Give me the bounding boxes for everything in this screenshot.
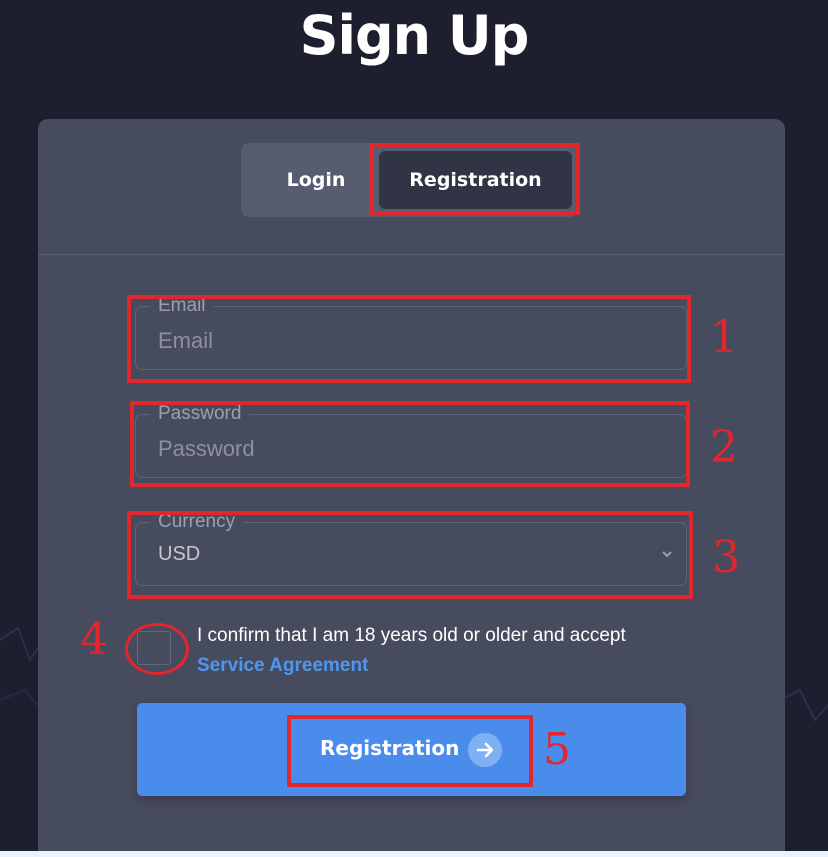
registration-button[interactable]: Registration — [137, 703, 686, 796]
registration-button-label: Registration — [320, 736, 460, 760]
arrow-right-icon — [468, 733, 502, 767]
currency-value: USD — [158, 543, 201, 565]
currency-select[interactable]: Currency USD — [135, 510, 687, 586]
agreement-text: I confirm that I am 18 years old or olde… — [197, 621, 717, 681]
annotation-number-3: 3 — [712, 532, 740, 583]
annotation-number-4: 4 — [80, 614, 108, 665]
password-input[interactable] — [136, 415, 686, 477]
signup-card: Login Registration Email Password Curren… — [38, 119, 785, 857]
bottom-strip — [0, 851, 828, 857]
service-agreement-link[interactable]: Service Agreement — [197, 655, 368, 676]
tab-registration[interactable]: Registration — [379, 151, 572, 209]
agreement-label: I confirm that I am 18 years old or olde… — [197, 625, 626, 646]
annotation-number-5: 5 — [543, 724, 571, 775]
chevron-down-icon — [662, 551, 672, 558]
page-title: Sign Up — [299, 4, 530, 67]
divider — [38, 254, 785, 255]
annotation-circle-4 — [125, 623, 189, 675]
email-field: Email — [135, 294, 687, 370]
tab-login[interactable]: Login — [241, 143, 391, 217]
annotation-number-1: 1 — [710, 312, 738, 363]
email-input[interactable] — [136, 307, 686, 369]
currency-legend: Currency — [150, 510, 244, 534]
auth-tabs: Login Registration — [241, 143, 578, 217]
annotation-number-2: 2 — [710, 422, 738, 473]
password-field: Password — [135, 402, 687, 478]
